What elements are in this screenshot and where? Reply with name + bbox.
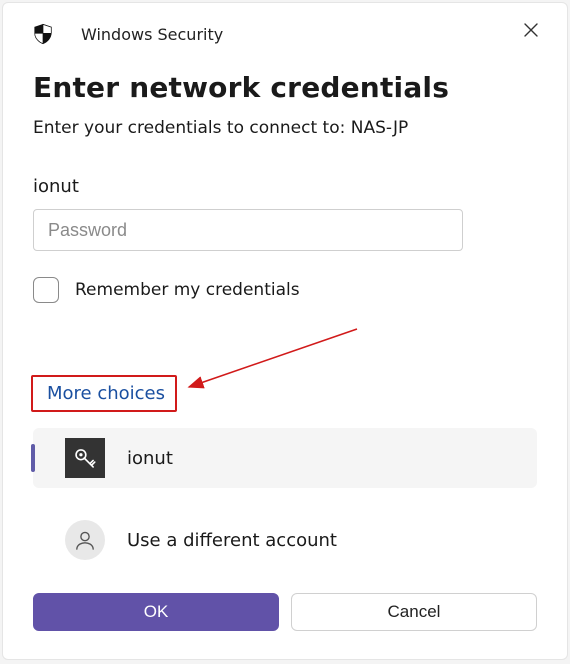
close-button[interactable] (517, 17, 545, 45)
account-label: Use a different account (127, 530, 337, 551)
more-choices-link[interactable]: More choices (47, 383, 165, 404)
password-input[interactable] (33, 209, 463, 251)
dialog-heading: Enter network credentials (33, 71, 537, 104)
account-option-current-user[interactable]: ionut (33, 428, 537, 488)
close-icon (524, 21, 538, 42)
person-icon (65, 520, 105, 560)
remember-checkbox[interactable] (33, 277, 59, 303)
remember-label: Remember my credentials (75, 280, 300, 300)
account-option-different-account[interactable]: Use a different account (33, 510, 537, 570)
credentials-dialog: Windows Security Enter network credentia… (2, 2, 568, 660)
title-bar: Windows Security (31, 3, 537, 65)
remember-row: Remember my credentials (33, 277, 537, 303)
ok-button[interactable]: OK (33, 593, 279, 631)
dialog-button-row: OK Cancel (33, 593, 537, 631)
key-icon (65, 438, 105, 478)
account-list: ionut Use a different account (33, 428, 537, 570)
account-label: ionut (127, 448, 173, 469)
username-label: ionut (33, 176, 537, 197)
app-title: Windows Security (81, 25, 223, 44)
dialog-subtitle: Enter your credentials to connect to: NA… (33, 118, 537, 138)
annotation-highlight-box: More choices (31, 375, 177, 412)
shield-icon (31, 22, 55, 46)
cancel-button[interactable]: Cancel (291, 593, 537, 631)
